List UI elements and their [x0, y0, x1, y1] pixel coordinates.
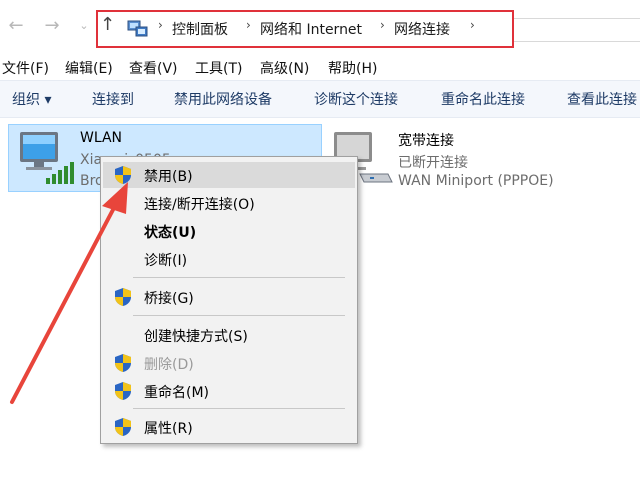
annotation-arrow [10, 182, 128, 404]
